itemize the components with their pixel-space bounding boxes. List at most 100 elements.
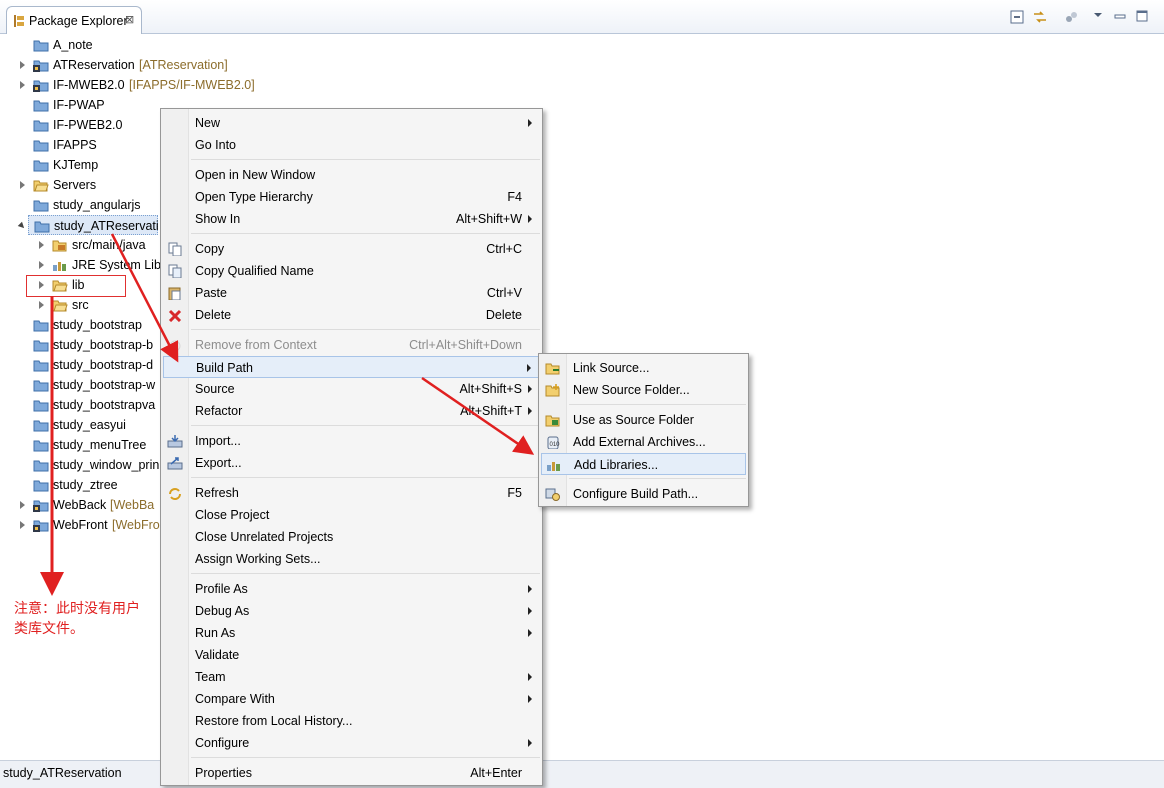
menu-item-compare-with[interactable]: Compare With xyxy=(163,688,540,710)
menu-item-shortcut: Alt+Shift+W xyxy=(456,212,522,226)
menu-item-use-as-source-folder[interactable]: Use as Source Folder xyxy=(541,409,746,431)
menu-item-shortcut: Alt+Shift+T xyxy=(460,404,522,418)
menu-item-label: Refresh xyxy=(195,486,239,500)
menu-item-label: Show In xyxy=(195,212,241,226)
project-folder-icon xyxy=(33,158,49,172)
expanded-twisty-icon[interactable] xyxy=(19,216,29,236)
menu-item-add-libraries[interactable]: Add Libraries... xyxy=(541,453,746,475)
menu-item-refactor[interactable]: Refactor Alt+Shift+T xyxy=(163,400,540,422)
menu-item-source[interactable]: Source Alt+Shift+S xyxy=(163,378,540,400)
menu-item-link-source[interactable]: Link Source... xyxy=(541,357,746,379)
menu-item-label: New xyxy=(195,116,221,130)
menu-item-run-as[interactable]: Run As xyxy=(163,622,540,644)
collapsed-twisty-icon[interactable] xyxy=(37,235,47,255)
collapsed-twisty-icon[interactable] xyxy=(37,255,47,275)
menu-item-new-source-folder[interactable]: New Source Folder... xyxy=(541,379,746,401)
link-source-icon xyxy=(545,360,561,376)
menu-item-new[interactable]: New xyxy=(163,112,540,134)
collapsed-twisty-icon[interactable] xyxy=(18,515,28,535)
project-folder-icon xyxy=(33,378,49,392)
export-icon xyxy=(167,455,183,471)
tree-item-decoration: [WebFro xyxy=(112,518,160,532)
open-folder-icon xyxy=(52,298,68,312)
tree-item-label: study_ATReservati xyxy=(54,219,159,233)
view-filter-icon[interactable] xyxy=(1064,10,1078,24)
menu-item-paste[interactable]: Paste Ctrl+V xyxy=(163,282,540,304)
menu-item-label: Profile As xyxy=(195,582,248,596)
menu-item-close-project[interactable]: Close Project xyxy=(163,504,540,526)
collapse-all-icon[interactable] xyxy=(1010,10,1024,24)
tab-package-explorer[interactable]: Package Explorer ⊠ xyxy=(6,6,142,34)
menu-item-shortcut: Delete xyxy=(485,308,522,322)
project-folder-icon xyxy=(33,98,49,112)
package-explorer-icon xyxy=(13,14,25,31)
menu-item-label: Go Into xyxy=(195,138,236,152)
project-folder-icon xyxy=(33,118,49,132)
tree-item-label: study_bootstrap xyxy=(53,318,142,332)
menu-item-delete[interactable]: Delete Delete xyxy=(163,304,540,326)
menu-item-open-in-new-window[interactable]: Open in New Window xyxy=(163,164,540,186)
menu-item-assign-working-sets[interactable]: Assign Working Sets... xyxy=(163,548,540,570)
submenu-arrow-icon xyxy=(528,119,532,127)
svn-project-icon xyxy=(33,498,49,512)
menu-item-build-path[interactable]: Build Path xyxy=(163,356,540,378)
link-with-editor-icon[interactable] xyxy=(1032,10,1046,24)
menu-item-import[interactable]: Import... xyxy=(163,430,540,452)
menu-item-profile-as[interactable]: Profile As xyxy=(163,578,540,600)
project-folder-icon xyxy=(33,198,49,212)
project-folder-icon xyxy=(33,358,49,372)
refresh-icon xyxy=(167,485,183,501)
menu-item-label: Debug As xyxy=(195,604,250,618)
collapsed-twisty-icon[interactable] xyxy=(18,495,28,515)
menu-item-team[interactable]: Team xyxy=(163,666,540,688)
remove-context-icon xyxy=(167,337,183,353)
jar-icon: 010 xyxy=(545,434,561,450)
menu-item-validate[interactable]: Validate xyxy=(163,644,540,666)
library-icon xyxy=(52,258,68,272)
menu-item-restore-from-local-history[interactable]: Restore from Local History... xyxy=(163,710,540,732)
view-menu-icon[interactable] xyxy=(1092,10,1106,24)
svn-project-icon xyxy=(33,58,49,72)
copy-qualified-name-icon xyxy=(167,263,183,279)
minimize-icon[interactable] xyxy=(1114,10,1128,24)
menu-item-label: Refactor xyxy=(195,404,243,418)
menu-item-configure-build-path[interactable]: Configure Build Path... xyxy=(541,483,746,505)
menu-item-go-into[interactable]: Go Into xyxy=(163,134,540,156)
maximize-icon[interactable] xyxy=(1136,10,1150,24)
paste-icon xyxy=(167,285,183,301)
menu-item-properties[interactable]: Properties Alt+Enter xyxy=(163,762,540,784)
menu-item-label: Close Project xyxy=(195,508,270,522)
svg-text:010: 010 xyxy=(550,442,561,448)
tree-item[interactable]: study_ATReservati xyxy=(28,215,159,235)
menu-item-show-in[interactable]: Show In Alt+Shift+W xyxy=(163,208,540,230)
collapsed-twisty-icon[interactable] xyxy=(18,175,28,195)
menu-item-copy[interactable]: Copy Ctrl+C xyxy=(163,238,540,260)
menu-item-debug-as[interactable]: Debug As xyxy=(163,600,540,622)
tree-item-label: src xyxy=(72,298,89,312)
submenu-arrow-icon xyxy=(528,673,532,681)
menu-item-label: Import... xyxy=(195,434,241,448)
menu-item-refresh[interactable]: Refresh F5 xyxy=(163,482,540,504)
collapsed-twisty-icon[interactable] xyxy=(18,75,28,95)
menu-item-label: Assign Working Sets... xyxy=(195,552,321,566)
menu-item-close-unrelated-projects[interactable]: Close Unrelated Projects xyxy=(163,526,540,548)
collapsed-twisty-icon[interactable] xyxy=(18,55,28,75)
submenu-arrow-icon xyxy=(528,385,532,393)
menu-item-copy-qualified-name[interactable]: Copy Qualified Name xyxy=(163,260,540,282)
menu-item-configure[interactable]: Configure xyxy=(163,732,540,754)
tab-label: Package Explorer xyxy=(29,14,128,28)
tree-item-label: IFAPPS xyxy=(53,138,97,152)
import-icon xyxy=(167,433,183,449)
menu-separator xyxy=(191,233,540,234)
tree-item-label: IF-MWEB2.0 xyxy=(53,78,125,92)
project-folder-icon xyxy=(34,219,50,233)
menu-separator xyxy=(191,573,540,574)
menu-item-shortcut: Alt+Enter xyxy=(470,766,522,780)
tree-item-label: A_note xyxy=(53,38,93,52)
close-icon[interactable]: ⊠ xyxy=(125,13,134,26)
collapsed-twisty-icon[interactable] xyxy=(37,295,47,315)
menu-item-open-type-hierarchy[interactable]: Open Type Hierarchy F4 xyxy=(163,186,540,208)
menu-item-add-external-archives[interactable]: 010 Add External Archives... xyxy=(541,431,746,453)
lib-highlight-box xyxy=(26,275,126,297)
menu-item-export[interactable]: Export... xyxy=(163,452,540,474)
